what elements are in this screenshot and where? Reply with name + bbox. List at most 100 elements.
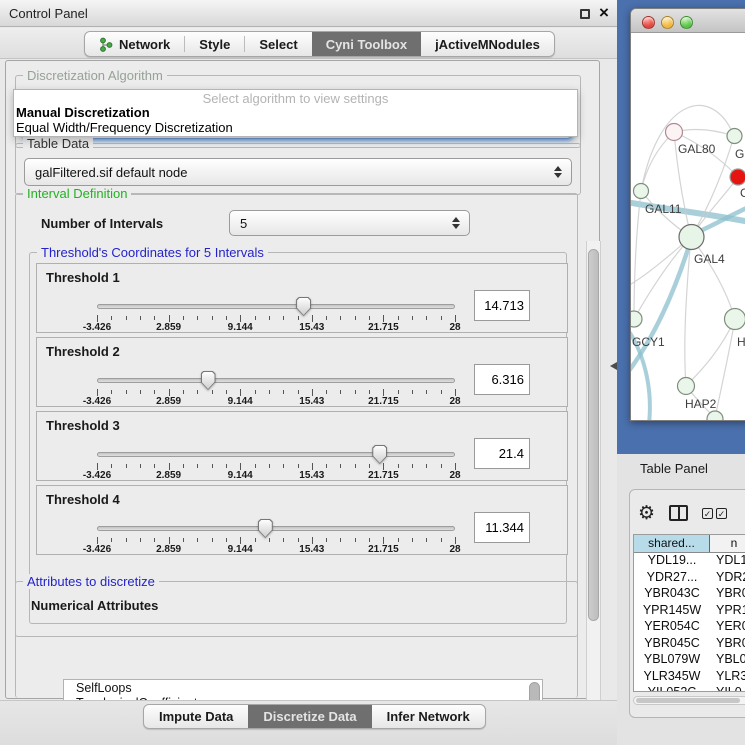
panel-title: Control Panel: [9, 6, 88, 21]
tick-mark: [340, 464, 341, 468]
network-node[interactable]: [730, 169, 745, 185]
tab-select[interactable]: Select: [245, 32, 311, 56]
scrollbar-thumb[interactable]: [636, 698, 740, 703]
node-label: HAP2: [685, 397, 717, 411]
tab-network[interactable]: Network: [85, 32, 184, 56]
tab-label: Cyni Toolbox: [326, 37, 407, 52]
table-row[interactable]: YDR27...YDR2: [634, 570, 745, 587]
table-row[interactable]: YDL19...YDL1: [634, 553, 745, 570]
network-node[interactable]: [727, 129, 742, 144]
tab-label: Select: [259, 37, 297, 52]
network-window-titlebar[interactable]: [631, 9, 745, 33]
network-node[interactable]: [666, 124, 683, 141]
slider-thumb[interactable]: [201, 371, 216, 390]
popup-option[interactable]: Equal Width/Frequency Discretization: [14, 120, 577, 135]
table-row[interactable]: YBR043CYBR0: [634, 586, 745, 603]
tick-mark: [269, 538, 270, 542]
network-view[interactable]: GAL80GCGAL11GAL4GCY1HHAP2: [631, 34, 745, 421]
slider-thumb[interactable]: [372, 445, 387, 464]
threshold-value-field[interactable]: [474, 512, 530, 543]
scrollbar-thumb[interactable]: [588, 249, 599, 621]
popup-placeholder: Select algorithm to view settings: [14, 90, 577, 105]
tick-mark: [197, 390, 198, 394]
table-row[interactable]: YBL079WYBL0: [634, 652, 745, 669]
tab-infer-network[interactable]: Infer Network: [372, 705, 485, 728]
tick-mark: [140, 538, 141, 542]
column-header[interactable]: shared...: [634, 535, 710, 552]
slider-track[interactable]: [97, 304, 455, 309]
tick-mark: [369, 316, 370, 320]
threshold-label: Threshold 1: [46, 270, 120, 285]
float-window-icon[interactable]: [580, 9, 590, 19]
network-node[interactable]: [634, 184, 649, 199]
node-table[interactable]: shared...n YDL19...YDL1YDR27...YDR2YBR04…: [633, 534, 745, 692]
network-node[interactable]: [707, 411, 723, 421]
checkbox-icon[interactable]: ✓: [702, 508, 713, 519]
checkbox-icon[interactable]: ✓: [716, 508, 727, 519]
slider-track[interactable]: [97, 452, 455, 457]
tick-mark: [412, 390, 413, 394]
tab-jactivemnodules[interactable]: jActiveMNodules: [421, 32, 554, 56]
columns-icon[interactable]: [669, 505, 688, 521]
table-rows: YDL19...YDL1YDR27...YDR2YBR043CYBR0YPR14…: [634, 553, 745, 692]
mouse-cursor: [610, 362, 617, 370]
node-label: G: [735, 147, 744, 161]
tick-mark: [441, 538, 442, 542]
node-label: GAL80: [678, 142, 716, 156]
tab-style[interactable]: Style: [185, 32, 244, 56]
gear-icon[interactable]: ⚙: [638, 504, 655, 523]
tick-mark: [226, 538, 227, 542]
tick-label: 21.715: [368, 322, 399, 333]
tab-impute-data[interactable]: Impute Data: [144, 705, 248, 728]
popup-option[interactable]: Manual Discretization: [14, 105, 577, 120]
table-row[interactable]: YER054CYER0: [634, 619, 745, 636]
network-node[interactable]: [678, 378, 695, 395]
tick-mark: [441, 390, 442, 394]
attribute-item[interactable]: SelfLoops: [64, 680, 542, 695]
slider-track[interactable]: [97, 526, 455, 531]
numerical-attributes-label: Numerical Attributes: [31, 598, 158, 613]
table-row[interactable]: YBR045CYBR0: [634, 636, 745, 653]
tick-mark: [255, 316, 256, 320]
table-row[interactable]: YIL052CYIL0: [634, 685, 745, 692]
threshold-value-field[interactable]: [474, 364, 530, 395]
threshold-row: Threshold 1-3.4262.8599.14415.4321.71528: [36, 263, 568, 333]
table-row[interactable]: YLR345WYLR3: [634, 669, 745, 686]
attributes-title: Attributes to discretize: [23, 574, 159, 589]
threshold-value-field[interactable]: [474, 290, 530, 321]
table-data-combobox[interactable]: galFiltered.sif default node: [24, 158, 572, 186]
table-row[interactable]: YPR145WYPR1: [634, 603, 745, 620]
network-node[interactable]: [679, 225, 704, 250]
number-of-intervals-combobox[interactable]: 5: [229, 210, 470, 236]
tick-mark: [326, 538, 327, 542]
tick-mark: [183, 538, 184, 542]
tick-mark: [326, 464, 327, 468]
panel-vertical-scrollbar[interactable]: [586, 241, 601, 729]
tick-mark: [312, 389, 313, 396]
slider-thumb[interactable]: [296, 297, 311, 316]
tick-mark: [340, 390, 341, 394]
mac-minimize-button[interactable]: [661, 16, 674, 29]
network-node[interactable]: [725, 309, 745, 330]
tick-mark: [140, 464, 141, 468]
tick-label: 21.715: [368, 396, 399, 407]
mac-zoom-button[interactable]: [680, 16, 693, 29]
threshold-value-field[interactable]: [474, 438, 530, 469]
thresholds-title: Threshold's Coordinates for 5 Intervals: [37, 245, 268, 260]
threshold-row: Threshold 2-3.4262.8599.14415.4321.71528: [36, 337, 568, 407]
table-horizontal-scrollbar[interactable]: [633, 696, 745, 705]
slider-track[interactable]: [97, 378, 455, 383]
tab-cyni-toolbox[interactable]: Cyni Toolbox: [312, 32, 421, 56]
tick-label: 28: [449, 544, 460, 555]
column-header[interactable]: n: [710, 535, 745, 552]
network-node[interactable]: [631, 311, 642, 327]
tick-mark: [283, 538, 284, 542]
tick-mark: [126, 464, 127, 468]
tick-mark: [355, 464, 356, 468]
tab-discretize-data[interactable]: Discretize Data: [248, 705, 371, 728]
tick-mark: [269, 316, 270, 320]
mac-close-button[interactable]: [642, 16, 655, 29]
threshold-label: Threshold 3: [46, 418, 120, 433]
close-icon[interactable]: ×: [599, 3, 609, 23]
slider-thumb[interactable]: [258, 519, 273, 538]
